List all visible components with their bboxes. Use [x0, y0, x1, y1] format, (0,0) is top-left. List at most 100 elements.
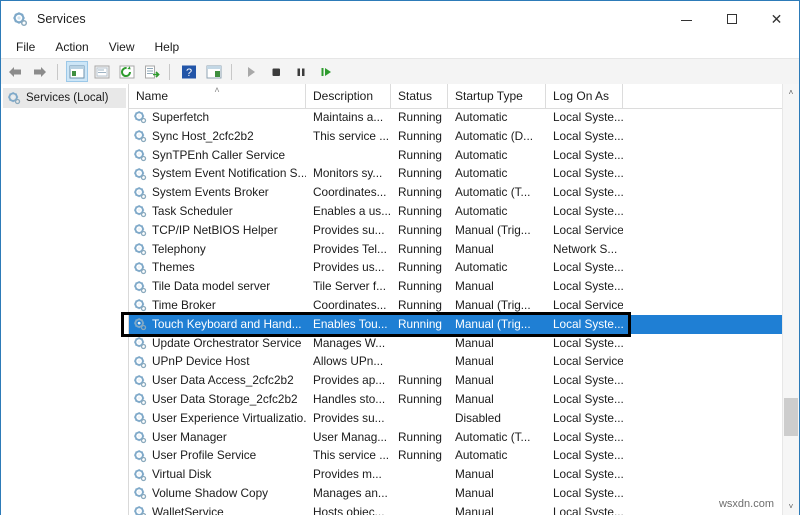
- table-row[interactable]: Time BrokerCoordinates...RunningManual (…: [129, 296, 782, 315]
- column-header-label: Description: [313, 89, 373, 103]
- table-row[interactable]: User Data Storage_2cfc2b2Handles sto...R…: [129, 390, 782, 409]
- close-button[interactable]: ✕: [754, 1, 799, 36]
- table-row[interactable]: UPnP Device HostAllows UPn...ManualLocal…: [129, 352, 782, 371]
- column-header-log-on-as[interactable]: Log On As: [546, 84, 623, 108]
- column-header-description[interactable]: Description: [306, 84, 391, 108]
- cell-logon: Local Syste...: [546, 371, 623, 390]
- show-hide-action-pane-icon[interactable]: [203, 61, 225, 82]
- cell-logon: Local Syste...: [546, 484, 623, 503]
- services-list[interactable]: SuperfetchMaintains a...RunningAutomatic…: [129, 108, 782, 515]
- table-row[interactable]: SuperfetchMaintains a...RunningAutomatic…: [129, 108, 782, 127]
- menu-item-view[interactable]: View: [100, 38, 144, 56]
- pause-service-icon[interactable]: [290, 61, 312, 82]
- column-header-status[interactable]: Status: [391, 84, 448, 108]
- menu-item-help[interactable]: Help: [146, 38, 189, 56]
- cell-name: Virtual Disk: [129, 465, 306, 484]
- table-row[interactable]: User Experience Virtualizatio...Provides…: [129, 409, 782, 428]
- table-row[interactable]: TCP/IP NetBIOS HelperProvides su...Runni…: [129, 221, 782, 240]
- scroll-up-button[interactable]: ˄: [783, 84, 799, 101]
- table-row[interactable]: User Data Access_2cfc2b2Provides ap...Ru…: [129, 371, 782, 390]
- cell-description: Handles sto...: [306, 390, 391, 409]
- show-hide-console-tree-icon[interactable]: [66, 61, 88, 82]
- table-row[interactable]: User Profile ServiceThis service ...Runn…: [129, 446, 782, 465]
- table-row[interactable]: Sync Host_2cfc2b2This service ...Running…: [129, 127, 782, 146]
- cell-text: User Profile Service: [152, 446, 256, 465]
- service-gear-icon: [133, 110, 147, 124]
- table-row[interactable]: Task SchedulerEnables a us...RunningAuto…: [129, 202, 782, 221]
- cell-name: User Data Storage_2cfc2b2: [129, 390, 306, 409]
- service-gear-icon: [133, 148, 147, 162]
- service-gear-icon: [133, 223, 147, 237]
- cell-startup: Manual: [448, 484, 546, 503]
- cell-status: Running: [391, 258, 448, 277]
- export-list-icon[interactable]: [141, 61, 163, 82]
- table-row[interactable]: Update Orchestrator ServiceManages W...M…: [129, 334, 782, 353]
- table-row[interactable]: User ManagerUser Manag...RunningAutomati…: [129, 428, 782, 447]
- service-gear-icon: [133, 449, 147, 463]
- scroll-down-button[interactable]: ˅: [783, 498, 799, 515]
- content-area: Services (Local) Name˄DescriptionStatusS…: [1, 84, 799, 515]
- service-gear-icon: [133, 317, 147, 331]
- cell-status: Running: [391, 446, 448, 465]
- sidebar-item-services-local[interactable]: Services (Local): [3, 88, 126, 108]
- start-service-icon[interactable]: [240, 61, 262, 82]
- cell-description: Manages W...: [306, 334, 391, 353]
- minimize-button[interactable]: [664, 1, 709, 36]
- table-row[interactable]: Volume Shadow CopyManages an...ManualLoc…: [129, 484, 782, 503]
- column-header-name[interactable]: Name˄: [129, 84, 306, 108]
- cell-startup: Automatic: [448, 202, 546, 221]
- cell-logon: Local Service: [546, 221, 623, 240]
- cell-status: Running: [391, 164, 448, 183]
- cell-logon: Local Service: [546, 352, 623, 371]
- column-header-startup-type[interactable]: Startup Type: [448, 84, 546, 108]
- table-row[interactable]: Tile Data model serverTile Server f...Ru…: [129, 277, 782, 296]
- back-arrow-icon[interactable]: [4, 61, 26, 82]
- cell-description: Coordinates...: [306, 183, 391, 202]
- cell-logon: Local Syste...: [546, 258, 623, 277]
- cell-description: User Manag...: [306, 428, 391, 447]
- menu-item-action[interactable]: Action: [46, 38, 97, 56]
- cell-text: Sync Host_2cfc2b2: [152, 127, 254, 146]
- toolbar-separator-3: [231, 64, 232, 80]
- service-gear-icon: [133, 280, 147, 294]
- toolbar-separator-2: [169, 64, 170, 80]
- table-row[interactable]: SynTPEnh Caller ServiceRunningAutomaticL…: [129, 146, 782, 165]
- cell-description: Allows UPn...: [306, 352, 391, 371]
- services-gear-icon: [7, 91, 21, 105]
- maximize-button[interactable]: [709, 1, 754, 36]
- svg-text:?: ?: [186, 67, 192, 79]
- vertical-scrollbar[interactable]: ˄ ˅: [782, 84, 799, 515]
- services-window: Services ✕ File Action View Help: [0, 0, 800, 515]
- menu-item-file[interactable]: File: [7, 38, 44, 56]
- menu-bar: File Action View Help: [1, 36, 799, 59]
- table-row[interactable]: WalletServiceHosts objec...ManualLocal S…: [129, 503, 782, 515]
- properties-icon[interactable]: [91, 61, 113, 82]
- table-row[interactable]: System Event Notification S...Monitors s…: [129, 164, 782, 183]
- cell-name: System Event Notification S...: [129, 164, 306, 183]
- scrollbar-thumb[interactable]: [784, 398, 798, 436]
- restart-service-icon[interactable]: [315, 61, 337, 82]
- toolbar: ?: [1, 59, 799, 85]
- table-row[interactable]: System Events BrokerCoordinates...Runnin…: [129, 183, 782, 202]
- table-row[interactable]: Virtual DiskProvides m...ManualLocal Sys…: [129, 465, 782, 484]
- cell-startup: Manual: [448, 240, 546, 259]
- table-row[interactable]: Touch Keyboard and Hand...Enables Tou...…: [129, 315, 782, 334]
- cell-description: Hosts objec...: [306, 503, 391, 515]
- cell-text: System Event Notification S...: [152, 164, 306, 183]
- cell-logon: Local Syste...: [546, 127, 623, 146]
- table-row[interactable]: ThemesProvides us...RunningAutomaticLoca…: [129, 258, 782, 277]
- help-icon[interactable]: ?: [178, 61, 200, 82]
- cell-name: Time Broker: [129, 296, 306, 315]
- table-row[interactable]: TelephonyProvides Tel...RunningManualNet…: [129, 240, 782, 259]
- cell-status: Running: [391, 221, 448, 240]
- cell-description: Coordinates...: [306, 296, 391, 315]
- refresh-icon[interactable]: [116, 61, 138, 82]
- cell-text: User Data Access_2cfc2b2: [152, 371, 294, 390]
- cell-text: System Events Broker: [152, 183, 269, 202]
- forward-arrow-icon[interactable]: [29, 61, 51, 82]
- column-header-label: Startup Type: [455, 89, 523, 103]
- service-gear-icon: [133, 355, 147, 369]
- cell-text: Tile Data model server: [152, 277, 270, 296]
- window-title: Services: [37, 12, 86, 26]
- stop-service-icon[interactable]: [265, 61, 287, 82]
